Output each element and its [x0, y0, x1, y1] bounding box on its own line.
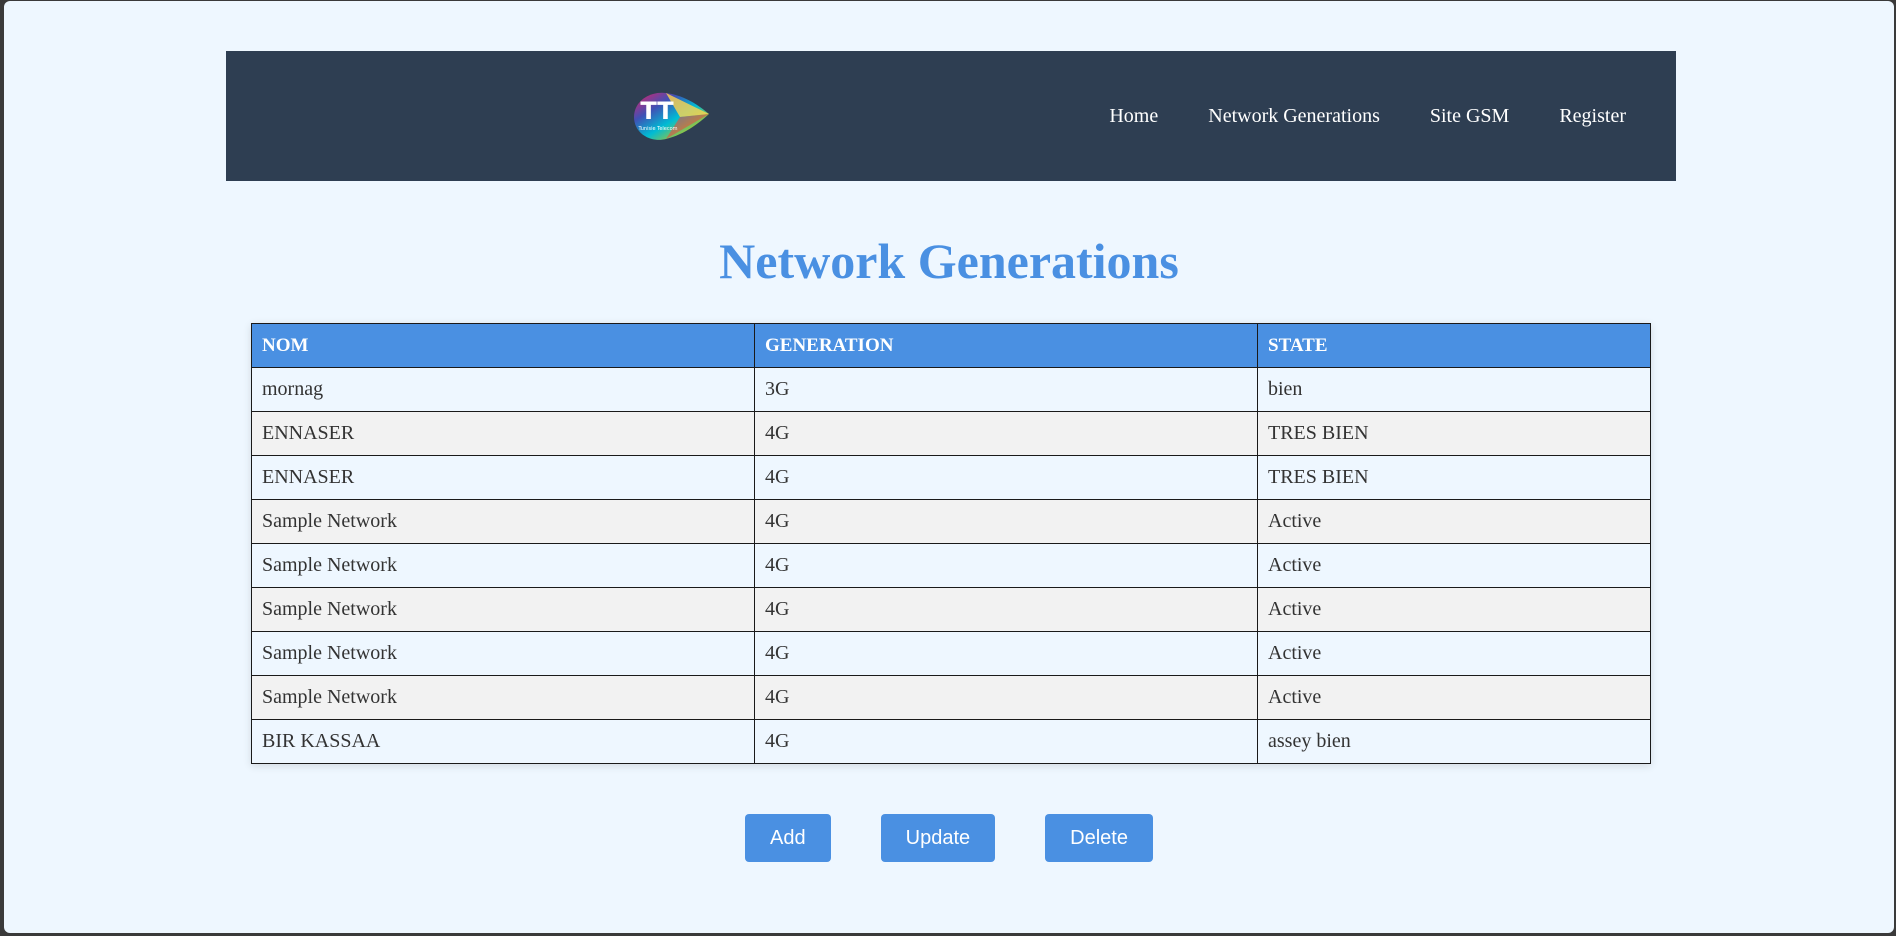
cell-state: Active — [1257, 675, 1651, 720]
table-row[interactable]: Sample Network 4G Active — [251, 499, 1651, 544]
cell-state: bien — [1257, 367, 1651, 412]
nav-link-register[interactable]: Register — [1559, 105, 1626, 128]
cell-state: Active — [1257, 499, 1651, 544]
table-row[interactable]: Sample Network 4G Active — [251, 631, 1651, 676]
nav-menu: Home Network Generations Site GSM Regist… — [1109, 51, 1626, 181]
table-row[interactable]: ENNASER 4G TRES BIEN — [251, 411, 1651, 456]
nav-link-network-generations[interactable]: Network Generations — [1208, 105, 1380, 128]
cell-nom: Sample Network — [251, 587, 755, 632]
navbar: TT Tunisie Telecom Home Network Generati… — [226, 51, 1676, 181]
action-buttons: Add Update Delete — [4, 814, 1894, 862]
table-row[interactable]: Sample Network 4G Active — [251, 675, 1651, 720]
table-row[interactable]: mornag 3G bien — [251, 367, 1651, 412]
tunisie-telecom-logo[interactable]: TT Tunisie Telecom — [630, 89, 710, 143]
update-button[interactable]: Update — [880, 814, 996, 862]
table-row[interactable]: ENNASER 4G TRES BIEN — [251, 455, 1651, 500]
cell-generation: 4G — [754, 675, 1258, 720]
cell-generation: 4G — [754, 719, 1258, 764]
cell-nom: ENNASER — [251, 411, 755, 456]
network-generations-table: NOM GENERATION STATE mornag 3G bien ENNA… — [251, 323, 1651, 764]
column-header-state: STATE — [1257, 323, 1651, 368]
nav-link-site-gsm[interactable]: Site GSM — [1430, 105, 1509, 128]
svg-text:Tunisie Telecom: Tunisie Telecom — [637, 126, 677, 132]
cell-state: TRES BIEN — [1257, 411, 1651, 456]
cell-state: assey bien — [1257, 719, 1651, 764]
cell-generation: 4G — [754, 587, 1258, 632]
cell-nom: Sample Network — [251, 543, 755, 588]
cell-state: Active — [1257, 543, 1651, 588]
cell-nom: Sample Network — [251, 631, 755, 676]
cell-nom: mornag — [251, 367, 755, 412]
table-row[interactable]: BIR KASSAA 4G assey bien — [251, 719, 1651, 764]
page-title: Network Generations — [719, 233, 1179, 289]
cell-nom: Sample Network — [251, 499, 755, 544]
cell-nom: Sample Network — [251, 675, 755, 720]
column-header-nom: NOM — [251, 323, 755, 368]
cell-generation: 4G — [754, 543, 1258, 588]
browser-viewport: TT Tunisie Telecom Home Network Generati… — [4, 1, 1894, 933]
table-header-row: NOM GENERATION STATE — [251, 323, 1651, 368]
cell-generation: 4G — [754, 455, 1258, 500]
cell-nom: BIR KASSAA — [251, 719, 755, 764]
cell-generation: 4G — [754, 631, 1258, 676]
cell-state: Active — [1257, 587, 1651, 632]
cell-nom: ENNASER — [251, 455, 755, 500]
table-row[interactable]: Sample Network 4G Active — [251, 587, 1651, 632]
cell-generation: 4G — [754, 411, 1258, 456]
cell-state: Active — [1257, 631, 1651, 676]
delete-button[interactable]: Delete — [1045, 814, 1153, 862]
column-header-generation: GENERATION — [754, 323, 1258, 368]
cell-state: TRES BIEN — [1257, 455, 1651, 500]
table-row[interactable]: Sample Network 4G Active — [251, 543, 1651, 588]
cell-generation: 4G — [754, 499, 1258, 544]
nav-link-home[interactable]: Home — [1109, 105, 1158, 128]
add-button[interactable]: Add — [745, 814, 831, 862]
cell-generation: 3G — [754, 367, 1258, 412]
svg-text:TT: TT — [640, 97, 674, 125]
